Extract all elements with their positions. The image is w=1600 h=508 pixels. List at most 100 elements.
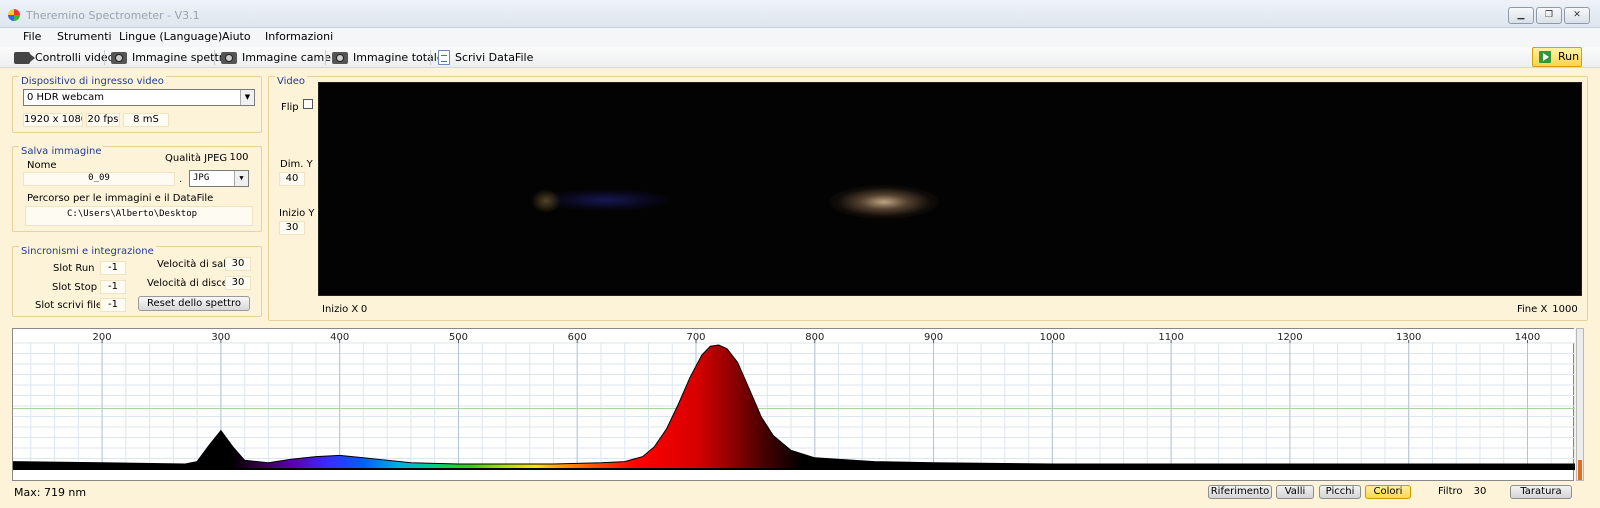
menu-strumenti[interactable]: Strumenti xyxy=(57,30,112,43)
chevron-down-icon: ▼ xyxy=(240,90,254,105)
menu-informazioni[interactable]: Informazioni xyxy=(265,30,333,43)
group-title: Dispositivo di ingresso video xyxy=(19,76,166,87)
level-fill xyxy=(1578,460,1582,480)
filter-value[interactable]: 30 xyxy=(1470,486,1490,497)
video-camera-icon xyxy=(14,51,35,64)
slot-run-input[interactable]: -1 xyxy=(100,261,126,275)
level-bar xyxy=(1576,328,1584,481)
title-bar: Theremino Spectrometer - V3.1 ▁ ❐ ✕ xyxy=(0,0,1600,28)
selected-device: 0 HDR webcam xyxy=(27,92,104,103)
toolbar-label: Controlli video xyxy=(35,51,115,64)
toolbar-spectrum-image-button[interactable]: Immagine spettro xyxy=(111,49,230,66)
tick-label: 1200 xyxy=(1277,332,1302,343)
valleys-button[interactable]: Valli xyxy=(1276,485,1314,499)
video-preview[interactable] xyxy=(318,82,1582,296)
group-title: Video xyxy=(275,76,308,87)
tick-label: 300 xyxy=(211,332,230,343)
end-x-value[interactable]: 1000 xyxy=(1549,304,1581,315)
jpeg-quality-label: Qualità JPEG xyxy=(165,153,228,164)
dim-y-input[interactable]: 40 xyxy=(279,172,305,186)
start-y-input[interactable]: 30 xyxy=(279,221,305,235)
toolbar-separator xyxy=(430,50,431,65)
tick-label: 1300 xyxy=(1396,332,1421,343)
toolbar-video-controls-button[interactable]: Controlli video xyxy=(14,49,114,66)
filter-label: Filtro xyxy=(1438,486,1463,497)
toolbar: Controlli video Immagine spettro Immagin… xyxy=(0,47,1600,68)
chevron-down-icon: ▼ xyxy=(234,171,248,186)
menu-lingue[interactable]: Lingue (Language) xyxy=(119,30,222,43)
run-button[interactable]: Run xyxy=(1532,47,1582,67)
max-readout: Max: 719 nm xyxy=(14,486,87,499)
slot-stop-label: Slot Stop xyxy=(52,282,98,293)
spectrum-svg: 200 300 400 500 600 700 800 900 1000 1100 1200 1300… xyxy=(13,329,1575,470)
dim-y-label: Dim. Y xyxy=(280,159,313,170)
menu-file[interactable]: File xyxy=(23,30,41,43)
colors-button[interactable]: Colori xyxy=(1365,485,1411,499)
save-image-group: Salva immagine Nome Qualità JPEG 100 0_0… xyxy=(12,146,262,232)
fps-field: 20 fps xyxy=(86,113,120,127)
ms-field: 8 mS xyxy=(123,113,169,127)
maximize-button[interactable]: ❐ xyxy=(1536,7,1562,24)
flip-label: Flip xyxy=(281,102,299,113)
end-x-label: Fine X xyxy=(1517,304,1548,315)
video-input-group: Dispositivo di ingresso video 0 HDR webc… xyxy=(12,76,262,133)
tick-label: 1100 xyxy=(1158,332,1183,343)
tick-label: 800 xyxy=(805,332,824,343)
toolbar-total-image-button[interactable]: Immagine totale xyxy=(332,49,444,66)
close-button[interactable]: ✕ xyxy=(1564,7,1590,24)
menu-aiuto[interactable]: Aiuto xyxy=(222,30,251,43)
toolbar-separator xyxy=(104,50,105,65)
tick-label: 700 xyxy=(686,332,705,343)
start-x-label: Inizio X xyxy=(322,304,359,315)
flip-checkbox[interactable] xyxy=(303,99,313,109)
jpeg-quality-value[interactable]: 100 xyxy=(225,152,253,163)
toolbar-label: Immagine camera xyxy=(242,51,343,64)
axis-ruler xyxy=(13,329,1575,343)
tick-label: 1000 xyxy=(1040,332,1065,343)
tick-label: 1400 xyxy=(1515,332,1540,343)
tick-label: 500 xyxy=(449,332,468,343)
spectrum-chart[interactable]: 200 300 400 500 600 700 800 900 1000 1100 1200 1300… xyxy=(12,328,1575,481)
video-device-select[interactable]: 0 HDR webcam ▼ xyxy=(23,89,255,106)
peaks-button[interactable]: Picchi xyxy=(1319,485,1361,499)
camera-icon xyxy=(111,51,127,64)
toolbar-separator xyxy=(214,50,215,65)
selected-format: JPG xyxy=(193,173,210,183)
path-label: Percorso per le immagini e il DataFile xyxy=(27,193,214,204)
reset-spectrum-button[interactable]: Reset dello spettro xyxy=(138,296,250,311)
toolbar-write-datafile-button[interactable]: Scrivi DataFile xyxy=(438,49,533,66)
rise-speed-input[interactable]: 30 xyxy=(225,257,251,271)
red-band xyxy=(829,185,939,219)
file-name-input[interactable]: 0_09 xyxy=(23,172,175,186)
app-logo-icon xyxy=(8,9,20,21)
slot-run-label: Slot Run xyxy=(53,263,95,274)
run-label: Run xyxy=(1558,50,1580,63)
calibrate-button[interactable]: Taratura xyxy=(1510,485,1572,499)
name-label: Nome xyxy=(27,160,57,171)
toolbar-label: Immagine spettro xyxy=(132,51,230,64)
sync-group: Sincronismi e integrazione Slot Run -1 S… xyxy=(12,246,262,317)
minimize-button[interactable]: ▁ xyxy=(1508,7,1534,24)
slot-stop-input[interactable]: -1 xyxy=(100,280,126,294)
camera-icon xyxy=(332,51,348,64)
reference-button[interactable]: Riferimento xyxy=(1208,485,1272,499)
tick-label: 900 xyxy=(924,332,943,343)
resolution-field: 1920 x 1080 xyxy=(23,113,83,127)
path-input[interactable]: C:\Users\Alberto\Desktop xyxy=(25,206,253,226)
toolbar-separator xyxy=(325,50,326,65)
play-icon xyxy=(1539,51,1551,63)
tick-label: 600 xyxy=(568,332,587,343)
start-y-label: Inizio Y xyxy=(279,208,315,219)
slot-write-label: Slot scrivi file xyxy=(35,300,103,311)
tick-label: 400 xyxy=(330,332,349,343)
toolbar-label: Scrivi DataFile xyxy=(455,51,534,64)
fall-speed-input[interactable]: 30 xyxy=(225,276,251,290)
group-title: Sincronismi e integrazione xyxy=(19,246,156,257)
blue-line-glow xyxy=(531,189,561,213)
camera-icon xyxy=(221,51,237,64)
format-select[interactable]: JPG ▼ xyxy=(189,170,249,187)
window-title: Theremino Spectrometer - V3.1 xyxy=(26,9,200,22)
extension-dot: . xyxy=(179,174,183,185)
start-x-value[interactable]: 0 xyxy=(354,304,374,315)
slot-write-input[interactable]: -1 xyxy=(100,298,126,312)
